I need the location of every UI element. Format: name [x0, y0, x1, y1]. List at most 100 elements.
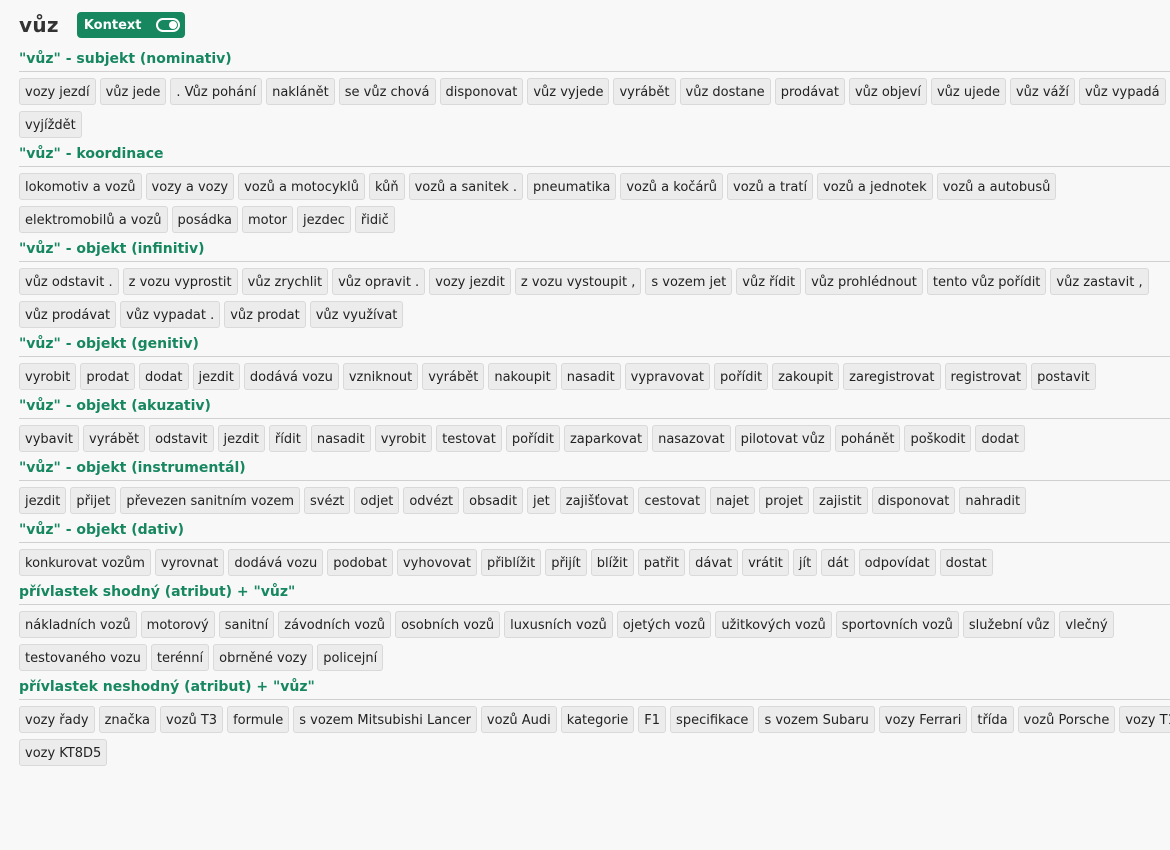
collocation-chip[interactable]: prodat — [80, 363, 135, 390]
collocation-chip[interactable]: vozů a motocyklů — [238, 173, 365, 200]
collocation-chip[interactable]: F1 — [638, 706, 667, 733]
collocation-chip[interactable]: vůz vypadat . — [120, 301, 221, 328]
collocation-chip[interactable]: vozy řady — [19, 706, 95, 733]
collocation-chip[interactable]: vozy jezdit — [429, 268, 511, 295]
collocation-chip[interactable]: registrovat — [944, 363, 1028, 390]
collocation-chip[interactable]: třída — [971, 706, 1014, 733]
collocation-chip[interactable]: sportovních vozů — [835, 611, 959, 638]
collocation-chip[interactable]: jezdit — [192, 363, 240, 390]
collocation-chip[interactable]: svézt — [304, 487, 351, 514]
collocation-chip[interactable]: zakoupit — [772, 363, 840, 390]
collocation-chip[interactable]: odvézt — [403, 487, 460, 514]
collocation-chip[interactable]: pilotovat vůz — [734, 425, 831, 452]
collocation-chip[interactable]: . Vůz pohání — [170, 78, 263, 105]
collocation-chip[interactable]: zaregistrovat — [843, 363, 941, 390]
collocation-chip[interactable]: formule — [227, 706, 290, 733]
collocation-chip[interactable]: řidič — [354, 206, 395, 233]
collocation-chip[interactable]: jet — [527, 487, 556, 514]
collocation-chip[interactable]: vyrovnat — [154, 549, 225, 576]
collocation-chip[interactable]: vozů a sanitek . — [408, 173, 523, 200]
collocation-chip[interactable]: odpovídat — [858, 549, 936, 576]
collocation-chip[interactable]: vůz zrychlit — [241, 268, 329, 295]
collocation-chip[interactable]: vyrobit — [374, 425, 433, 452]
collocation-chip[interactable]: terénní — [150, 644, 210, 671]
collocation-chip[interactable]: dodává vozu — [228, 549, 324, 576]
collocation-chip[interactable]: nahradit — [959, 487, 1027, 514]
collocation-chip[interactable]: služební vůz — [962, 611, 1056, 638]
collocation-chip[interactable]: zaparkovat — [563, 425, 649, 452]
collocation-chip[interactable]: vůz ujede — [930, 78, 1006, 105]
collocation-chip[interactable]: vůz vypadá — [1078, 78, 1166, 105]
collocation-chip[interactable]: vůz zastavit , — [1050, 268, 1149, 295]
collocation-chip[interactable]: jezdec — [297, 206, 351, 233]
collocation-chip[interactable]: testovaného vozu — [19, 644, 147, 671]
collocation-chip[interactable]: odstavit — [149, 425, 214, 452]
collocation-chip[interactable]: pneumatika — [526, 173, 617, 200]
collocation-chip[interactable]: obsadit — [463, 487, 524, 514]
collocation-chip[interactable]: vůz objeví — [848, 78, 927, 105]
collocation-chip[interactable]: postavit — [1031, 363, 1096, 390]
collocation-chip[interactable]: specifikace — [670, 706, 755, 733]
collocation-chip[interactable]: z vozu vystoupit , — [514, 268, 642, 295]
collocation-chip[interactable]: vůz prodat — [224, 301, 306, 328]
collocation-chip[interactable]: konkurovat vozům — [19, 549, 151, 576]
collocation-chip[interactable]: prodávat — [774, 78, 845, 105]
collocation-chip[interactable]: testovat — [436, 425, 502, 452]
collocation-chip[interactable]: luxusních vozů — [504, 611, 613, 638]
collocation-chip[interactable]: dostat — [939, 549, 993, 576]
collocation-chip[interactable]: užitkových vozů — [715, 611, 832, 638]
collocation-chip[interactable]: vozů Porsche — [1017, 706, 1116, 733]
collocation-chip[interactable]: s vozem Mitsubishi Lancer — [293, 706, 477, 733]
collocation-chip[interactable]: převezen sanitním vozem — [120, 487, 300, 514]
collocation-chip[interactable]: s vozem Subaru — [758, 706, 875, 733]
collocation-chip[interactable]: vyrábět — [613, 78, 676, 105]
collocation-chip[interactable]: vůz využívat — [309, 301, 404, 328]
collocation-chip[interactable]: posádka — [171, 206, 238, 233]
collocation-chip[interactable]: vozů a jednotek — [817, 173, 933, 200]
collocation-chip[interactable]: zajistit — [813, 487, 868, 514]
collocation-chip[interactable]: vyrábět — [422, 363, 485, 390]
collocation-chip[interactable]: policejní — [317, 644, 384, 671]
collocation-chip[interactable]: vozy KT8D5 — [19, 739, 108, 766]
collocation-chip[interactable]: vůz dostane — [679, 78, 771, 105]
collocation-chip[interactable]: závodních vozů — [278, 611, 392, 638]
collocation-chip[interactable]: nakoupit — [488, 363, 557, 390]
collocation-chip[interactable]: nasadit — [560, 363, 621, 390]
collocation-chip[interactable]: nasazovat — [652, 425, 731, 452]
collocation-chip[interactable]: podobat — [327, 549, 393, 576]
collocation-chip[interactable]: motorový — [140, 611, 215, 638]
collocation-chip[interactable]: odjet — [354, 487, 400, 514]
collocation-chip[interactable]: jezdit — [217, 425, 265, 452]
collocation-chip[interactable]: dodat — [138, 363, 189, 390]
collocation-chip[interactable]: značka — [98, 706, 157, 733]
collocation-chip[interactable]: přijít — [545, 549, 587, 576]
collocation-chip[interactable]: poškodit — [904, 425, 972, 452]
collocation-chip[interactable]: vozů Audi — [480, 706, 557, 733]
collocation-chip[interactable]: vůz opravit . — [332, 268, 426, 295]
collocation-chip[interactable]: vyrobit — [19, 363, 77, 390]
collocation-chip[interactable]: pořídit — [505, 425, 560, 452]
collocation-chip[interactable]: sanitní — [218, 611, 275, 638]
collocation-chip[interactable]: disponovat — [439, 78, 524, 105]
collocation-chip[interactable]: motor — [242, 206, 294, 233]
collocation-chip[interactable]: osobních vozů — [395, 611, 501, 638]
collocation-chip[interactable]: kůň — [368, 173, 405, 200]
collocation-chip[interactable]: elektromobilů a vozů — [19, 206, 168, 233]
context-toggle-button[interactable]: Kontext — [76, 12, 185, 38]
collocation-chip[interactable]: vozů a tratí — [727, 173, 814, 200]
collocation-chip[interactable]: vůz prohlédnout — [805, 268, 923, 295]
collocation-chip[interactable]: vypravovat — [624, 363, 711, 390]
collocation-chip[interactable]: vybavit — [19, 425, 80, 452]
collocation-chip[interactable]: vůz vyjede — [527, 78, 610, 105]
collocation-chip[interactable]: vrátit — [742, 549, 789, 576]
collocation-chip[interactable]: vůz řídit — [736, 268, 802, 295]
collocation-chip[interactable]: vůz váží — [1009, 78, 1075, 105]
collocation-chip[interactable]: vyjíždět — [19, 111, 82, 138]
collocation-chip[interactable]: vozů a kočárů — [620, 173, 723, 200]
collocation-chip[interactable]: vozy jezdí — [19, 78, 96, 105]
collocation-chip[interactable]: vzniknout — [342, 363, 419, 390]
collocation-chip[interactable]: řídit — [268, 425, 307, 452]
collocation-chip[interactable]: nákladních vozů — [19, 611, 137, 638]
collocation-chip[interactable]: blížit — [590, 549, 634, 576]
collocation-chip[interactable]: zajišťovat — [559, 487, 635, 514]
